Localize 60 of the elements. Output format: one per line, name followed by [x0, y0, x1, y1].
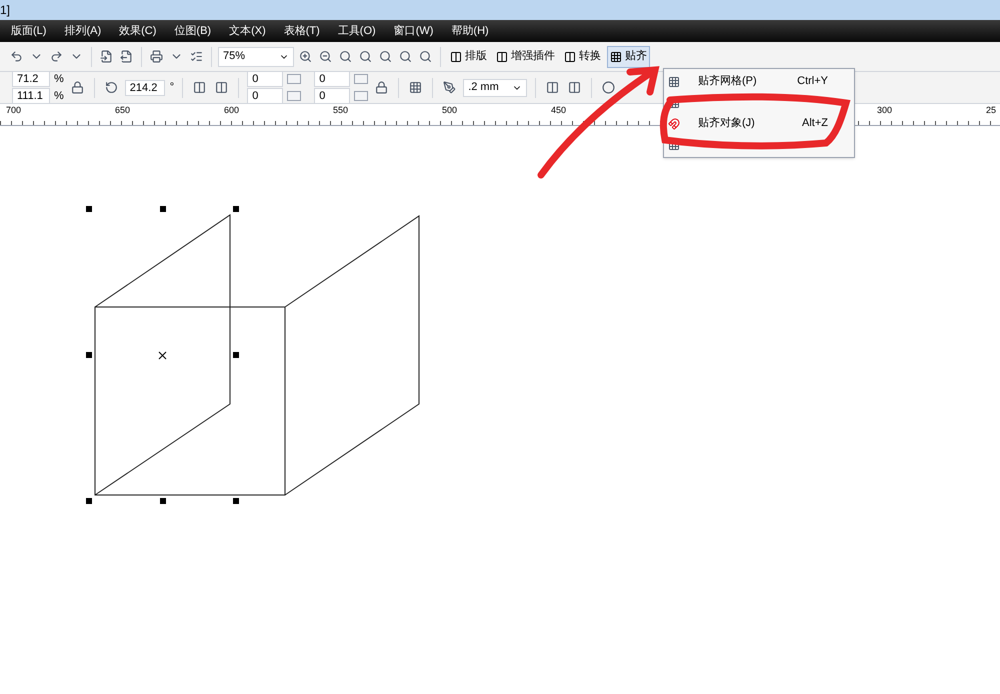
lock-icon[interactable]: [70, 81, 84, 94]
number-field[interactable]: 0: [247, 71, 284, 87]
zoom-out-icon[interactable]: [319, 50, 332, 63]
menu-item[interactable]: 工具(O): [336, 22, 377, 40]
menu-entry[interactable]: 贴齐网格(P) Ctrl+Y: [664, 71, 854, 92]
outline-dropdown[interactable]: .2 mm: [463, 78, 528, 96]
ruler-label: 600: [224, 104, 240, 117]
zoom-in-icon[interactable]: [299, 50, 312, 63]
checklist-icon[interactable]: [190, 50, 203, 63]
export-icon[interactable]: [120, 50, 133, 63]
menu-item[interactable]: 版面(L): [10, 22, 48, 40]
toolbar-button[interactable]: 增强插件: [493, 46, 558, 68]
number-field[interactable]: 0: [247, 88, 284, 104]
menu-item[interactable]: 帮助(H): [450, 22, 490, 40]
degree-label: °: [170, 80, 174, 96]
scale-field[interactable]: 71.2: [12, 70, 50, 87]
pen-icon[interactable]: [443, 81, 456, 94]
number-field[interactable]: 0: [314, 88, 350, 104]
toolbar-button[interactable]: 排版: [447, 46, 490, 68]
zoom-icon[interactable]: [379, 50, 392, 63]
printer-icon[interactable]: [150, 50, 163, 63]
rotate-icon[interactable]: [104, 81, 118, 94]
menu-item[interactable]: 表格(T): [282, 22, 321, 40]
window-title: 1]: [0, 2, 10, 19]
menu-item[interactable]: 排列(A): [63, 22, 102, 40]
import-icon[interactable]: [100, 50, 113, 63]
rotation-field[interactable]: 214.2: [124, 80, 165, 96]
ruler-label: 550: [333, 104, 350, 117]
menu-item[interactable]: 文本(X): [228, 22, 267, 40]
ruler-label: 25: [986, 104, 998, 117]
zoom-icon[interactable]: [339, 50, 352, 63]
scale-field[interactable]: 111.1: [12, 88, 50, 104]
zoom-icon[interactable]: [359, 50, 372, 63]
grid-icon: [610, 50, 622, 62]
menu-item[interactable]: 窗口(W): [392, 22, 434, 40]
number-field[interactable]: 0: [314, 71, 350, 87]
panel-icon: [450, 50, 462, 62]
toolbar-button[interactable]: 贴齐: [607, 46, 650, 68]
ruler-label: 500: [442, 104, 458, 117]
menu-item[interactable]: 位图(B): [173, 22, 212, 40]
ruler-label: 300: [877, 104, 894, 117]
zoom-dropdown[interactable]: 75%: [218, 46, 294, 66]
ruler-label: 700: [6, 104, 22, 117]
unit-label: %: [54, 89, 64, 104]
panel-icon: [496, 50, 508, 62]
menu-entry[interactable]: 贴齐对象(J) Alt+Z: [664, 113, 854, 134]
magnet-icon: [668, 118, 680, 130]
ruler-label: 650: [115, 104, 132, 117]
redo-icon[interactable]: [50, 50, 63, 63]
undo-icon[interactable]: [10, 50, 23, 63]
zoom-icon[interactable]: [419, 50, 432, 63]
menu-item[interactable]: 效果(C): [118, 22, 158, 40]
unit-label: %: [54, 72, 64, 86]
toolbar-button[interactable]: 转换: [561, 46, 604, 68]
ruler-label: 450: [551, 104, 568, 117]
zoom-icon[interactable]: [399, 50, 412, 63]
panel-icon: [564, 50, 576, 62]
lock-icon[interactable]: [375, 81, 388, 94]
node-icon[interactable]: [602, 81, 616, 94]
grid-icon: [668, 76, 680, 88]
